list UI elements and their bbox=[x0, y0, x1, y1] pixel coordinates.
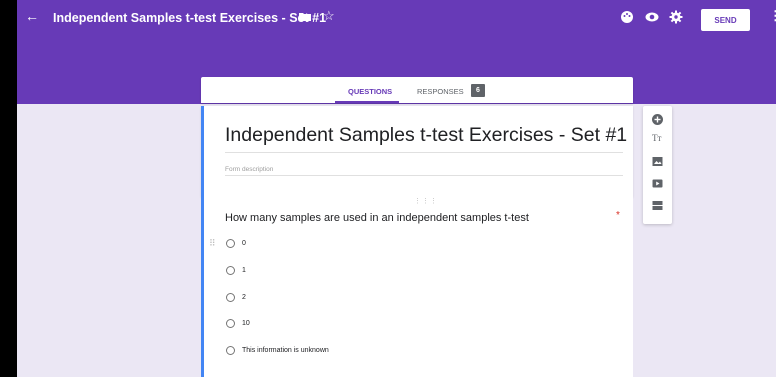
section-icon[interactable] bbox=[652, 200, 663, 211]
tab-questions[interactable]: QUESTIONS bbox=[348, 87, 392, 96]
form-description-input[interactable]: Form description bbox=[225, 166, 273, 173]
radio-circle-icon[interactable] bbox=[226, 292, 235, 302]
option-row[interactable]: 2 bbox=[226, 291, 246, 303]
form-header-card: Independent Samples t-test Exercises - S… bbox=[201, 106, 633, 197]
title-text-icon[interactable]: Tт bbox=[652, 133, 661, 144]
send-button[interactable]: SEND bbox=[701, 9, 750, 31]
question-card[interactable]: ⋮⋮⋮ How many samples are used in an inde… bbox=[201, 190, 633, 377]
option-label: This information is unknown bbox=[242, 346, 329, 354]
preview-eye-icon[interactable] bbox=[645, 10, 659, 24]
option-row[interactable]: 0 bbox=[226, 237, 246, 249]
image-icon[interactable] bbox=[652, 156, 663, 167]
floating-toolbar: Tт bbox=[643, 106, 672, 224]
active-tab-indicator bbox=[335, 101, 399, 103]
left-edge-strip bbox=[0, 0, 17, 377]
folder-icon[interactable] bbox=[299, 12, 311, 21]
video-icon[interactable] bbox=[652, 178, 663, 189]
responses-count-badge: 6 bbox=[471, 84, 485, 97]
description-divider bbox=[225, 175, 623, 176]
option-row[interactable]: 1 bbox=[226, 264, 246, 276]
option-row[interactable]: 10 bbox=[226, 317, 250, 329]
tab-responses[interactable]: RESPONSES bbox=[417, 87, 464, 96]
drag-handle-icon[interactable]: ⋮⋮⋮ bbox=[414, 197, 438, 205]
add-question-icon[interactable] bbox=[652, 114, 663, 125]
title-divider bbox=[225, 152, 623, 153]
radio-circle-icon[interactable] bbox=[226, 238, 235, 248]
star-icon[interactable]: ☆ bbox=[323, 8, 335, 24]
form-title-input[interactable]: Independent Samples t-test Exercises - S… bbox=[225, 124, 627, 147]
question-text[interactable]: How many samples are used in an independ… bbox=[225, 212, 529, 224]
palette-icon[interactable] bbox=[620, 10, 634, 24]
radio-circle-icon[interactable] bbox=[226, 265, 235, 275]
option-label: 10 bbox=[242, 319, 250, 327]
option-drag-icon[interactable]: ⠿ bbox=[209, 238, 216, 249]
tabs-bar: QUESTIONS RESPONSES 6 bbox=[201, 77, 633, 103]
radio-circle-icon[interactable] bbox=[226, 318, 235, 328]
back-arrow-icon[interactable]: ← bbox=[25, 8, 39, 24]
radio-circle-icon[interactable] bbox=[226, 345, 235, 355]
option-label: 2 bbox=[242, 293, 246, 301]
form-name[interactable]: Independent Samples t-test Exercises - S… bbox=[53, 11, 326, 25]
settings-gear-icon[interactable] bbox=[669, 10, 683, 24]
more-options-icon[interactable]: ⋮ bbox=[769, 8, 776, 24]
required-marker: * bbox=[616, 210, 620, 221]
option-label: 0 bbox=[242, 239, 246, 247]
option-row[interactable]: This information is unknown bbox=[226, 344, 329, 356]
option-label: 1 bbox=[242, 266, 246, 274]
